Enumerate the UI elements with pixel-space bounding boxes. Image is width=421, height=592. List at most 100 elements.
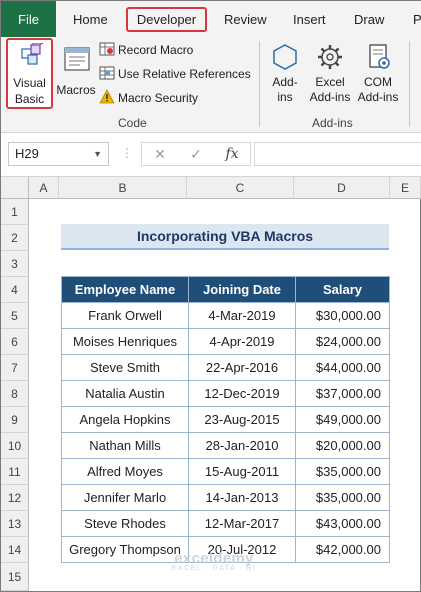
- row-header[interactable]: 4: [1, 277, 29, 303]
- row-header[interactable]: 6: [1, 329, 29, 355]
- salary-cell[interactable]: $35,000.00: [295, 458, 390, 485]
- watermark-logo: exceldemy EXCEL · DATA · BI: [139, 550, 289, 572]
- chevron-down-icon[interactable]: ▼: [93, 143, 102, 165]
- table-row: Alfred Moyes 15-Aug-2011 $35,000.00: [61, 458, 390, 485]
- column-header-c[interactable]: C: [187, 177, 294, 199]
- header-joining-date[interactable]: Joining Date: [188, 276, 296, 303]
- salary-cell[interactable]: $30,000.00: [295, 302, 390, 329]
- record-macro-button[interactable]: Record Macro: [99, 40, 193, 60]
- salary-cell[interactable]: $20,000.00: [295, 432, 390, 459]
- excel-addins-button[interactable]: Excel Add-ins: [307, 41, 353, 111]
- row-header[interactable]: 14: [1, 537, 29, 563]
- employee-table: Employee Name Joining Date Salary Frank …: [61, 276, 390, 563]
- joining-date-cell[interactable]: 15-Aug-2011: [188, 458, 296, 485]
- visual-basic-icon: [20, 42, 45, 70]
- tab-home[interactable]: Home: [73, 1, 108, 37]
- row-header[interactable]: 3: [1, 251, 29, 277]
- joining-date-cell[interactable]: 22-Apr-2016: [188, 354, 296, 381]
- salary-cell[interactable]: $49,000.00: [295, 406, 390, 433]
- tab-review[interactable]: Review: [224, 1, 267, 37]
- formula-bar: H29 ▼ ⋮ ✕ ✓ fx: [1, 133, 421, 177]
- table-row: Natalia Austin 12-Dec-2019 $37,000.00: [61, 380, 390, 407]
- row-header[interactable]: 1: [1, 199, 29, 225]
- salary-cell[interactable]: $42,000.00: [295, 536, 390, 563]
- row-header[interactable]: 9: [1, 407, 29, 433]
- use-relative-references-button[interactable]: Use Relative References: [99, 64, 251, 84]
- row-header[interactable]: 13: [1, 511, 29, 537]
- formula-input[interactable]: [254, 142, 421, 166]
- table-header-row: Employee Name Joining Date Salary: [61, 276, 390, 303]
- salary-cell[interactable]: $44,000.00: [295, 354, 390, 381]
- column-header-e[interactable]: E: [390, 177, 421, 199]
- visual-basic-label-line2: Basic: [14, 92, 45, 106]
- salary-cell[interactable]: $35,000.00: [295, 484, 390, 511]
- visual-basic-button[interactable]: Visual Basic: [6, 38, 53, 109]
- tab-developer[interactable]: Developer: [126, 7, 207, 32]
- salary-cell[interactable]: $43,000.00: [295, 510, 390, 537]
- employee-name-cell[interactable]: Steve Rhodes: [61, 510, 189, 537]
- row-header[interactable]: 12: [1, 485, 29, 511]
- joining-date-cell[interactable]: 4-Mar-2019: [188, 302, 296, 329]
- row-header[interactable]: 2: [1, 225, 29, 251]
- addins-hexagon-icon: [270, 43, 300, 75]
- group-separator: [259, 41, 260, 127]
- joining-date-cell[interactable]: 14-Jan-2013: [188, 484, 296, 511]
- select-all-corner[interactable]: [1, 177, 29, 199]
- employee-name-cell[interactable]: Jennifer Marlo: [61, 484, 189, 511]
- com-addins-button[interactable]: COM Add-ins: [355, 41, 401, 111]
- tab-page-layout-partial[interactable]: P: [413, 1, 421, 37]
- table-row: Moises Henriques 4-Apr-2019 $24,000.00: [61, 328, 390, 355]
- joining-date-cell[interactable]: 12-Mar-2017: [188, 510, 296, 537]
- column-header-d[interactable]: D: [294, 177, 390, 199]
- table-row: Angela Hopkins 23-Aug-2015 $49,000.00: [61, 406, 390, 433]
- employee-name-cell[interactable]: Nathan Mills: [61, 432, 189, 459]
- gear-icon: [315, 43, 345, 75]
- row-header[interactable]: 11: [1, 459, 29, 485]
- header-salary[interactable]: Salary: [295, 276, 390, 303]
- joining-date-cell[interactable]: 28-Jan-2010: [188, 432, 296, 459]
- drag-handle-icon[interactable]: ⋮: [121, 146, 133, 160]
- macros-button[interactable]: Macros: [56, 43, 96, 103]
- relative-references-icon: [99, 65, 115, 84]
- ribbon-tab-bar: File Home Developer Review Insert Draw P: [1, 1, 421, 37]
- row-header[interactable]: 8: [1, 381, 29, 407]
- addins-button[interactable]: Add- ins: [267, 41, 303, 111]
- employee-name-cell[interactable]: Alfred Moyes: [61, 458, 189, 485]
- salary-cell[interactable]: $37,000.00: [295, 380, 390, 407]
- macros-label: Macros: [56, 83, 96, 97]
- tab-insert[interactable]: Insert: [293, 1, 326, 37]
- employee-name-cell[interactable]: Moises Henriques: [61, 328, 189, 355]
- column-header-a[interactable]: A: [29, 177, 59, 199]
- joining-date-cell[interactable]: 23-Aug-2015: [188, 406, 296, 433]
- salary-cell[interactable]: $24,000.00: [295, 328, 390, 355]
- enter-icon[interactable]: ✓: [178, 146, 214, 163]
- addins-group-label: Add-ins: [312, 116, 353, 130]
- employee-name-cell[interactable]: Angela Hopkins: [61, 406, 189, 433]
- row-header[interactable]: 15: [1, 563, 29, 591]
- insert-function-icon[interactable]: fx: [214, 146, 250, 162]
- row-header[interactable]: 7: [1, 355, 29, 381]
- macro-security-button[interactable]: Macro Security: [99, 88, 198, 108]
- column-header-b[interactable]: B: [59, 177, 187, 199]
- row-header[interactable]: 10: [1, 433, 29, 459]
- tab-draw[interactable]: Draw: [354, 1, 384, 37]
- joining-date-cell[interactable]: 12-Dec-2019: [188, 380, 296, 407]
- macro-security-label: Macro Security: [118, 91, 199, 105]
- com-addins-label-line1: COM: [364, 75, 392, 89]
- joining-date-cell[interactable]: 4-Apr-2019: [188, 328, 296, 355]
- employee-name-cell[interactable]: Natalia Austin: [61, 380, 189, 407]
- employee-name-cell[interactable]: Frank Orwell: [61, 302, 189, 329]
- excel-addins-label-line1: Excel: [315, 75, 345, 89]
- table-row: Steve Rhodes 12-Mar-2017 $43,000.00: [61, 510, 390, 537]
- ribbon-developer-panel: Visual Basic Macros Record Macro Use Rel…: [1, 37, 421, 133]
- sheet-title[interactable]: Incorporating VBA Macros: [61, 224, 389, 250]
- name-box[interactable]: H29 ▼: [8, 142, 109, 166]
- code-group-label: Code: [118, 116, 147, 130]
- employee-name-cell[interactable]: Steve Smith: [61, 354, 189, 381]
- row-header[interactable]: 5: [1, 303, 29, 329]
- tab-file[interactable]: File: [1, 1, 56, 37]
- com-addins-label-line2: Add-ins: [357, 90, 399, 104]
- warning-icon: [99, 88, 115, 108]
- cancel-icon[interactable]: ✕: [142, 146, 178, 163]
- header-employee-name[interactable]: Employee Name: [61, 276, 189, 303]
